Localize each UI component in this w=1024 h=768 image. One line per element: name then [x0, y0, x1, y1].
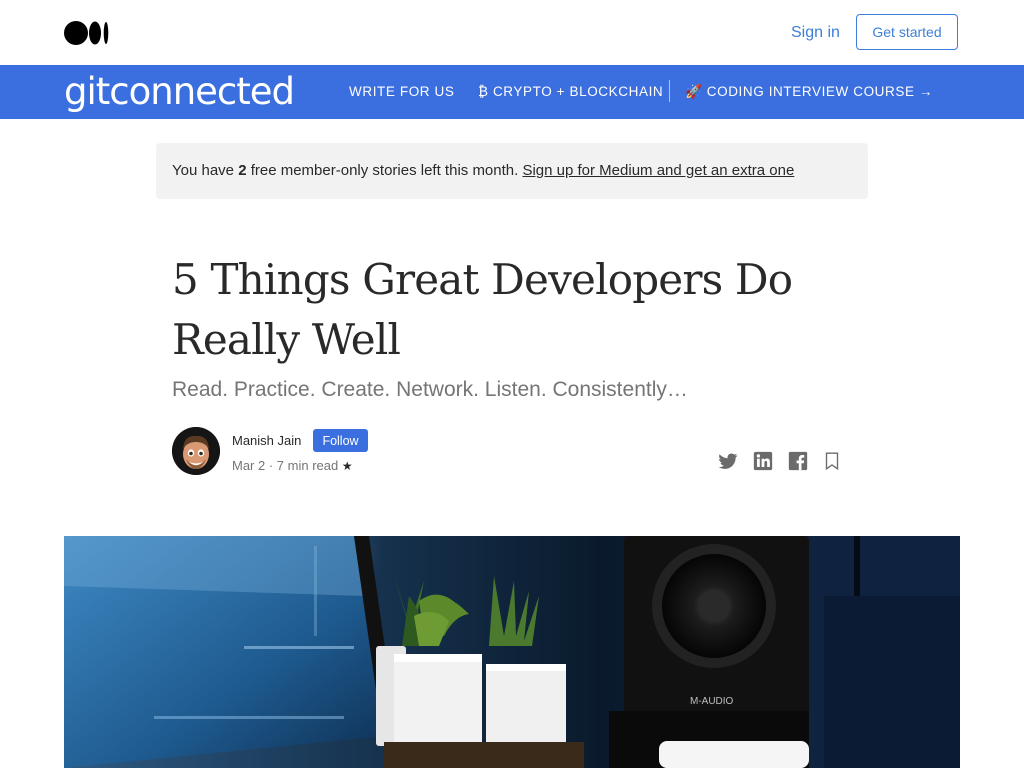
read-time: 7 min read	[276, 458, 339, 473]
nav-crypto-blockchain[interactable]: ₿ CRYPTO + BLOCKCHAIN	[478, 84, 663, 99]
top-bar: Sign in Get started	[0, 0, 1024, 65]
sign-in-link[interactable]: Sign in	[791, 24, 840, 42]
medium-logo-icon[interactable]	[64, 21, 110, 45]
publish-date: Mar 2	[232, 458, 266, 473]
bookmark-icon[interactable]	[821, 450, 843, 472]
publication-logo[interactable]: gitconnected	[64, 70, 295, 113]
get-started-button[interactable]: Get started	[856, 14, 958, 50]
facebook-icon[interactable]	[787, 450, 809, 472]
nav-coding-interview-course[interactable]: 🚀 CODING INTERVIEW COURSE →	[685, 84, 933, 100]
member-banner: You have 2 free member-only stories left…	[156, 143, 868, 199]
author-name[interactable]: Manish Jain	[232, 433, 301, 448]
speaker-brand-label: M-AUDIO	[690, 696, 734, 707]
hero-image: M-AUDIO	[64, 536, 960, 768]
article-subtitle: Read. Practice. Create. Network. Listen.…	[172, 378, 688, 401]
avatar-image	[172, 427, 220, 475]
member-star-icon: ★	[341, 459, 353, 473]
linkedin-icon[interactable]	[752, 450, 774, 472]
article-title: 5 Things Great Developers Do Really Well	[172, 255, 793, 364]
follow-button[interactable]: Follow	[313, 429, 368, 452]
nav-write-for-us[interactable]: WRITE FOR US	[349, 84, 454, 99]
twitter-icon[interactable]	[717, 450, 739, 472]
article-meta: Mar 2 · 7 min read ★	[232, 458, 353, 473]
banner-count: 2	[238, 162, 247, 179]
banner-prefix: You have	[172, 162, 239, 179]
hero-illustration: M-AUDIO	[64, 536, 960, 768]
author-avatar[interactable]	[172, 427, 220, 475]
nav-divider	[669, 80, 670, 102]
signup-link[interactable]: Sign up for Medium and get an extra one	[522, 162, 794, 179]
banner-suffix: free member-only stories left this month…	[246, 162, 523, 179]
banner-text: You have 2 free member-only stories left…	[172, 162, 794, 179]
publication-bar: gitconnected WRITE FOR US ₿ CRYPTO + BLO…	[0, 65, 1024, 119]
